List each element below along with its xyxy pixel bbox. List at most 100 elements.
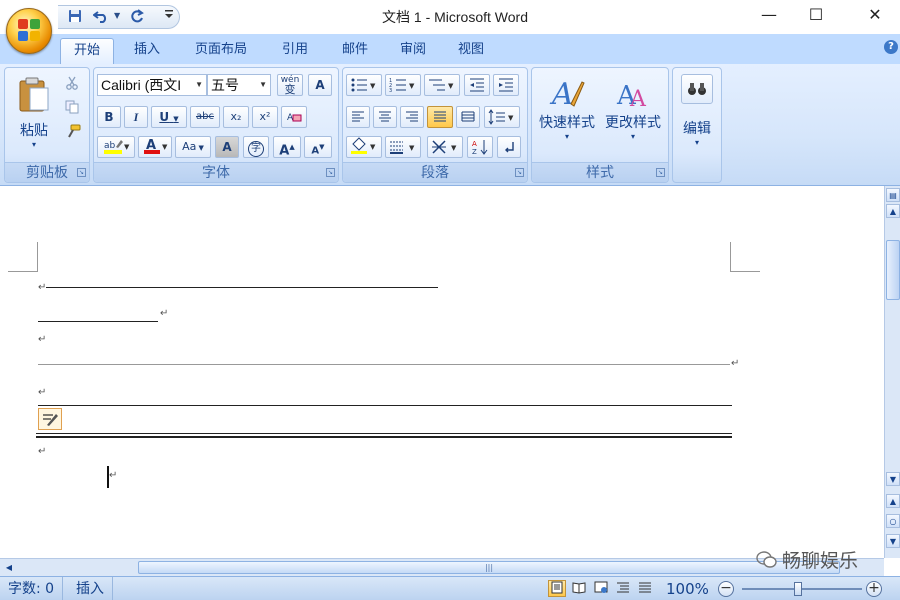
editing-group[interactable]: 编辑 ▾ [672, 67, 722, 183]
print-layout-view-icon[interactable] [548, 580, 566, 597]
change-styles-button[interactable]: A A 更改样式 ▾ [601, 72, 665, 158]
borders-button[interactable]: ▼ [385, 136, 421, 158]
align-left-icon [352, 111, 364, 122]
ruler-toggle-icon[interactable]: ▤ [886, 188, 900, 202]
horizontal-line [38, 405, 732, 406]
multilevel-list-button[interactable]: ▼ [424, 74, 460, 96]
font-color-button[interactable]: A ▼ [138, 136, 172, 158]
font-launcher-icon[interactable]: ↘ [326, 168, 335, 177]
paste-button[interactable]: 粘贴 ▾ [9, 72, 59, 156]
zoom-slider-track[interactable] [742, 588, 862, 590]
font-size-combo[interactable]: 五号 ▼ [207, 74, 271, 96]
change-case-button[interactable]: Aa ▼ [175, 136, 211, 158]
zoom-slider-thumb[interactable] [794, 582, 802, 596]
tab-home[interactable]: 开始 [60, 38, 114, 64]
bold-button[interactable]: B [97, 106, 121, 128]
font-size-value: 五号 [211, 77, 239, 93]
tab-references[interactable]: 引用 [270, 38, 320, 64]
scroll-down-icon[interactable]: ▼ [886, 472, 900, 486]
svg-text:▼: ▼ [409, 144, 415, 152]
minimize-button[interactable]: — [754, 4, 784, 26]
horizontal-scroll-thumb[interactable]: ||| [138, 561, 840, 574]
paragraph-launcher-icon[interactable]: ↘ [515, 168, 524, 177]
zoom-in-button[interactable]: + [866, 581, 882, 597]
bullets-button[interactable]: ▼ [346, 74, 382, 96]
full-screen-reading-view-icon[interactable] [570, 580, 588, 597]
font-name-value: Calibri (西文I [101, 77, 182, 93]
scroll-up-icon[interactable]: ▲ [886, 204, 900, 218]
shading-button[interactable]: ▼ [346, 136, 382, 158]
align-left-button[interactable] [346, 106, 370, 128]
shrink-font-button[interactable]: A▼ [304, 136, 332, 158]
superscript-button[interactable]: x² [252, 106, 278, 128]
vertical-scrollbar[interactable]: ▤ ▲ ▼ ▲ ○ ▼ [884, 186, 900, 558]
chinese-layout-button[interactable]: ▼ [427, 136, 463, 158]
svg-text:A: A [549, 77, 574, 112]
horizontal-scrollbar[interactable]: ◀ ||| [0, 558, 884, 576]
line-spacing-button[interactable]: ▼ [484, 106, 520, 128]
outline-view-icon[interactable] [614, 580, 632, 597]
cut-icon[interactable] [65, 76, 81, 92]
align-right-button[interactable] [400, 106, 424, 128]
help-icon[interactable]: ? [884, 40, 898, 54]
format-painter-icon[interactable] [65, 124, 81, 140]
copy-icon[interactable] [65, 100, 81, 116]
zoom-out-button[interactable]: − [718, 581, 734, 597]
align-center-button[interactable] [373, 106, 397, 128]
double-line-bottom [36, 436, 732, 438]
strikethrough-button[interactable]: abc [190, 106, 220, 128]
grow-font-button[interactable]: A▲ [273, 136, 301, 158]
clear-formatting-button[interactable]: A [281, 106, 307, 128]
sort-button[interactable]: AZ [467, 136, 493, 158]
font-name-dropdown-icon[interactable]: ▼ [195, 75, 203, 95]
tab-page-layout[interactable]: 页面布局 [182, 38, 260, 64]
numbering-button[interactable]: 1 2 3 ▼ [385, 74, 421, 96]
tab-insert[interactable]: 插入 [122, 38, 172, 64]
office-button[interactable] [6, 8, 52, 54]
distributed-button[interactable] [456, 106, 480, 128]
maximize-button[interactable]: ☐ [801, 4, 831, 26]
zoom-level[interactable]: 100% [666, 577, 709, 600]
tab-review[interactable]: 审阅 [388, 38, 438, 64]
font-size-dropdown-icon[interactable]: ▼ [259, 75, 267, 95]
next-page-icon[interactable]: ▼ [886, 534, 900, 548]
svg-text:▼: ▼ [124, 143, 130, 151]
char-shading-button[interactable]: A [215, 136, 239, 158]
document-page[interactable]: ↵ ↵ ↵ ↵ ↵ ↵ ↵ [0, 186, 884, 558]
svg-text:▼: ▼ [409, 82, 415, 90]
justify-button[interactable] [427, 106, 453, 128]
align-right-icon [406, 111, 418, 122]
page-corner-mark-right [730, 242, 760, 272]
draft-view-icon[interactable] [636, 580, 654, 597]
italic-button[interactable]: I [124, 106, 148, 128]
insert-mode[interactable]: 插入 [68, 577, 113, 600]
styles-group: A 快速样式 ▾ A A 更改样式 ▾ 样式 ↘ [531, 67, 669, 183]
char-border-button[interactable]: A [308, 74, 332, 96]
tab-mailings[interactable]: 邮件 [330, 38, 380, 64]
subscript-button[interactable]: x₂ [223, 106, 249, 128]
clipboard-launcher-icon[interactable]: ↘ [77, 168, 86, 177]
svg-text:A: A [472, 140, 477, 148]
quick-styles-button[interactable]: A 快速样式 ▾ [535, 72, 599, 158]
show-marks-button[interactable] [497, 136, 521, 158]
clear-formatting-icon: A [287, 113, 302, 123]
font-name-combo[interactable]: Calibri (西文I ▼ [97, 74, 207, 96]
word-count[interactable]: 字数: 0 [0, 577, 64, 600]
close-button[interactable]: ✕ [860, 4, 890, 26]
change-case-label: Aa [182, 140, 197, 153]
phonetic-guide-button[interactable]: wén 变 [277, 74, 303, 96]
enclose-characters-button[interactable]: 字 [243, 136, 269, 158]
text-highlight-button[interactable]: ab ▼ [97, 136, 135, 158]
scroll-left-icon[interactable]: ◀ [2, 561, 16, 574]
underline-dropdown-icon[interactable]: ▼ [173, 115, 178, 123]
tab-view[interactable]: 视图 [446, 38, 496, 64]
increase-indent-button[interactable] [493, 74, 519, 96]
browse-object-icon[interactable]: ○ [886, 514, 900, 528]
previous-page-icon[interactable]: ▲ [886, 494, 900, 508]
styles-launcher-icon[interactable]: ↘ [656, 168, 665, 177]
underline-button[interactable]: U ▼ [151, 106, 187, 128]
decrease-indent-button[interactable] [464, 74, 490, 96]
vertical-scroll-thumb[interactable] [886, 240, 900, 300]
web-layout-view-icon[interactable] [592, 580, 610, 597]
autocorrect-options-icon[interactable] [38, 408, 62, 430]
